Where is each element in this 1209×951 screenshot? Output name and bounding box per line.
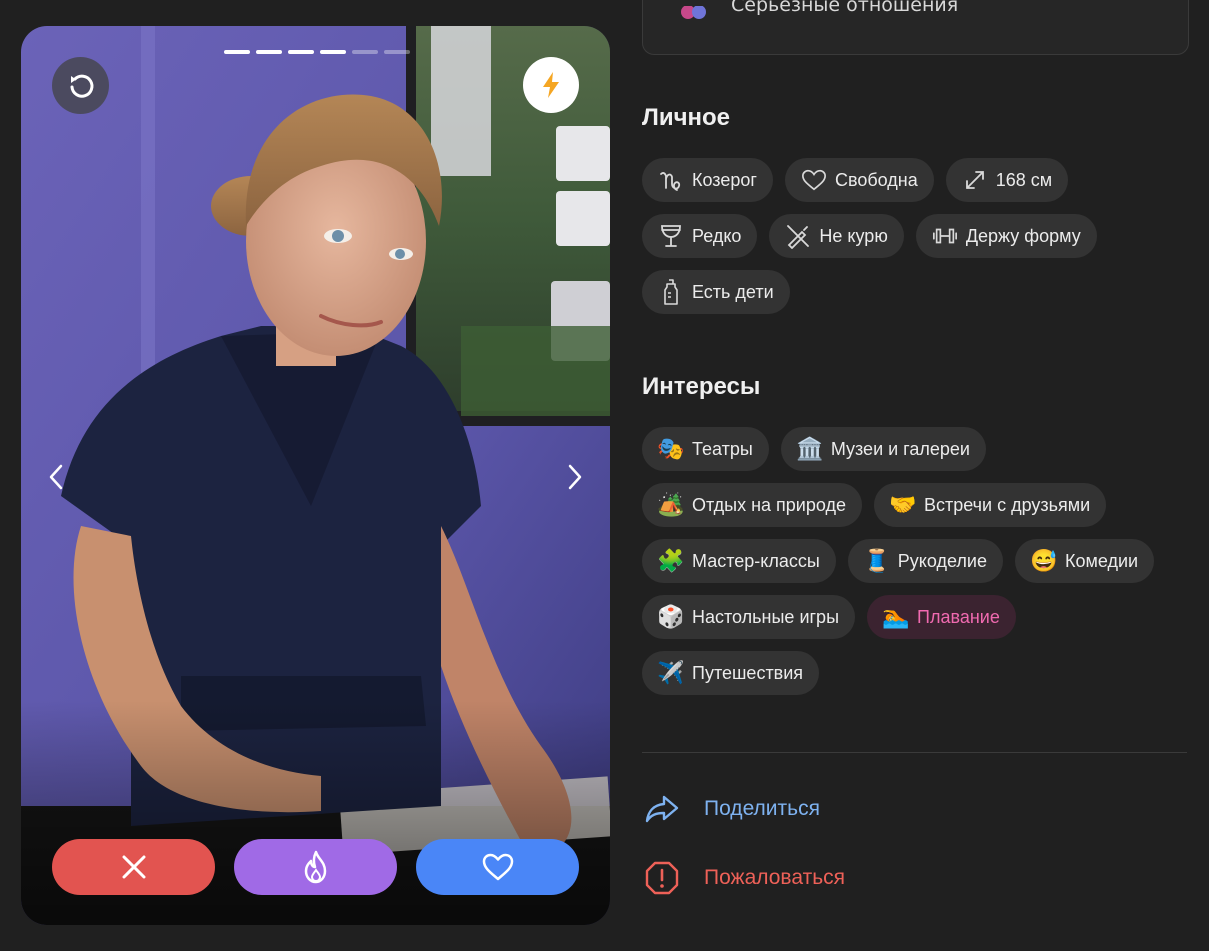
chip-interest-masterclasses: 🧩 Мастер-классы [642, 539, 836, 583]
chip-children: Есть дети [642, 270, 790, 314]
photo-progress-segment [384, 50, 410, 54]
like-button[interactable] [416, 839, 579, 895]
grinning-sweat-icon: 😅 [1030, 548, 1058, 573]
photo-progress-segment [256, 50, 282, 54]
heart-icon [482, 853, 513, 881]
wine-glass-icon [658, 223, 684, 249]
flame-icon [304, 850, 326, 884]
chip-interest-swimming: 🏊 Плавание [867, 595, 1016, 639]
chip-row: 🧩 Мастер-классы 🧵 Рукоделие 😅 Комедии [642, 539, 1189, 583]
interests-section-title: Интересы [642, 373, 761, 400]
share-label: Поделиться [704, 797, 820, 820]
interest-chips: 🎭 Театры 🏛️ Музеи и галереи 🏕️ Отдых на … [642, 427, 1189, 707]
profile-page: Серьезные отношения Личное Козерог Свобо… [0, 0, 1209, 951]
personal-section-title: Личное [642, 104, 731, 131]
chevron-right-icon [568, 464, 582, 490]
report-label: Пожаловаться [704, 866, 846, 889]
previous-photo-button[interactable] [41, 460, 71, 494]
capricorn-icon [658, 167, 684, 193]
divider [642, 752, 1187, 753]
handshake-icon: 🤝 [889, 492, 917, 517]
chip-interest-outdoors: 🏕️ Отдых на природе [642, 483, 862, 527]
undo-icon [70, 74, 93, 98]
profile-photo [21, 26, 610, 925]
theater-masks-icon: 🎭 [657, 436, 685, 461]
chip-relationship-status: Свободна [784, 158, 934, 202]
chip-interest-museums: 🏛️ Музеи и галереи [780, 427, 986, 471]
warning-octagon-icon [642, 858, 682, 898]
lightning-icon [543, 72, 559, 98]
chip-alcohol: Редко [642, 214, 758, 258]
profile-photo-card[interactable] [21, 26, 610, 925]
chip-row: 🏕️ Отдых на природе 🤝 Встречи с друзьями [642, 483, 1189, 527]
photo-progress-segment [288, 50, 314, 54]
dislike-button[interactable] [52, 839, 215, 895]
puzzle-icon: 🧩 [657, 548, 685, 573]
chip-interest-board-games: 🎲 Настольные игры [642, 595, 856, 639]
chip-smoking: Не курю [769, 214, 904, 258]
chip-interest-travel: ✈️ Путешествия [642, 651, 820, 695]
chip-row: 🎲 Настольные игры 🏊 Плавание [642, 595, 1189, 639]
boost-button[interactable] [523, 57, 579, 113]
resize-arrows-icon [962, 167, 988, 193]
photo-progress-segment [352, 50, 378, 54]
chip-row: 🎭 Театры 🏛️ Музеи и галереи [642, 427, 1189, 471]
chip-fitness: Держу форму [915, 214, 1097, 258]
dice-icon: 🎲 [657, 604, 685, 629]
photo-progress-indicator [224, 50, 410, 54]
relationship-goal-card: Серьезные отношения [642, 0, 1189, 55]
museum-icon: 🏛️ [796, 436, 824, 461]
camping-icon: 🏕️ [657, 492, 685, 517]
chip-height: 168 см [945, 158, 1069, 202]
undo-button[interactable] [52, 57, 109, 114]
photo-progress-segment [224, 50, 250, 54]
photo-progress-segment [320, 50, 346, 54]
no-smoking-icon [785, 223, 811, 249]
relationship-goal-label: Серьезные отношения [731, 0, 959, 16]
swimming-icon: 🏊 [882, 604, 910, 629]
share-arrow-icon [642, 789, 682, 829]
chevron-left-icon [49, 464, 63, 490]
chip-interest-friends: 🤝 Встречи с друзьями [874, 483, 1107, 527]
heart-outline-icon [801, 167, 827, 193]
thread-spool-icon: 🧵 [863, 548, 891, 573]
hearts-icon [681, 6, 706, 19]
airplane-icon: ✈️ [657, 660, 685, 685]
dumbbell-icon [932, 223, 958, 249]
chip-zodiac: Козерог [642, 158, 773, 202]
personal-chips: Козерог Свободна 168 см Редко Не курю Де… [642, 158, 1189, 326]
report-button[interactable]: Пожаловаться [642, 858, 845, 898]
swipe-actions [52, 839, 579, 895]
chip-interest-theatre: 🎭 Театры [642, 427, 769, 471]
chip-interest-handicraft: 🧵 Рукоделие [847, 539, 1003, 583]
superlike-button[interactable] [234, 839, 397, 895]
share-button[interactable]: Поделиться [642, 789, 820, 829]
baby-bottle-icon [658, 279, 684, 305]
chip-row: Есть дети [642, 270, 1189, 314]
chip-row: Козерог Свободна 168 см [642, 158, 1189, 202]
chip-interest-comedy: 😅 Комедии [1014, 539, 1155, 583]
chip-row: Редко Не курю Держу форму [642, 214, 1189, 258]
chip-row: ✈️ Путешествия [642, 651, 1189, 695]
close-icon [122, 855, 145, 879]
next-photo-button[interactable] [560, 460, 590, 494]
